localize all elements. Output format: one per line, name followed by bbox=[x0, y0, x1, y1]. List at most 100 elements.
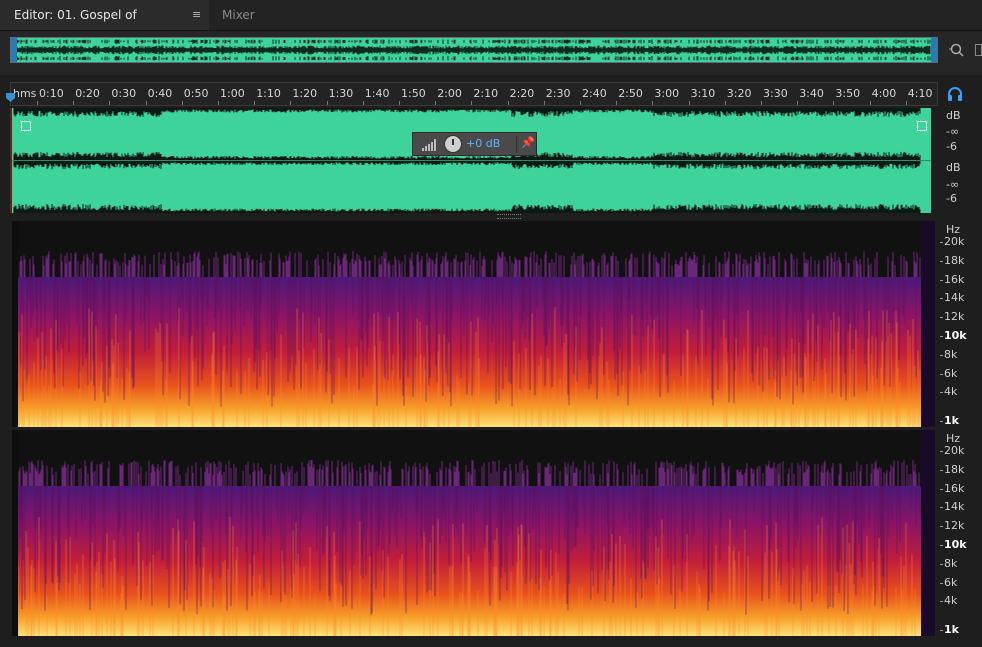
hz-tick bbox=[940, 336, 943, 337]
overview-right-handle[interactable] bbox=[931, 38, 937, 62]
ruler-label: 0:30 bbox=[111, 87, 137, 100]
hz-label: 12k bbox=[944, 519, 965, 532]
fade-out-handle[interactable] bbox=[917, 121, 927, 131]
pin-icon[interactable]: 📌 bbox=[521, 136, 535, 149]
ruler-label: 0:40 bbox=[147, 87, 173, 100]
ruler-tick bbox=[326, 101, 328, 105]
volume-hud[interactable]: +0 dB 📌 bbox=[412, 132, 537, 156]
ruler-tick bbox=[507, 101, 509, 105]
volume-knob-icon[interactable] bbox=[444, 135, 462, 153]
ruler-tick bbox=[543, 101, 545, 105]
hz-axis-channel-2: Hz 20k 18k 16k 14k 12k 10k 8k 6k 4k 1k bbox=[940, 430, 982, 636]
hz-tick bbox=[940, 355, 943, 356]
hz-label: 8k bbox=[944, 557, 958, 570]
ruler-label: 3:40 bbox=[799, 87, 824, 100]
hz-label: 8k bbox=[944, 348, 958, 361]
ruler-tick bbox=[145, 101, 147, 105]
spectrogram-channel-1[interactable] bbox=[12, 221, 935, 427]
ruler-label: 0:20 bbox=[75, 87, 100, 100]
hz-label: 12k bbox=[944, 310, 965, 323]
tab-bar: Editor: 01. Gospel of Heretics.mp3 ≡ Mix… bbox=[0, 0, 982, 52]
hz-label: 4k bbox=[944, 385, 958, 398]
hz-label: 18k bbox=[944, 463, 965, 476]
hz-label: 1k bbox=[944, 623, 959, 636]
ruler-label: 1:30 bbox=[328, 87, 354, 100]
ruler-label: 0:10 bbox=[39, 87, 64, 100]
ruler-tick bbox=[435, 101, 437, 105]
ruler-tick bbox=[833, 101, 835, 105]
ruler-label: 3:00 bbox=[654, 87, 680, 100]
db-axis: dB -∞ -6 dB -∞ -6 bbox=[940, 108, 982, 213]
ruler-label: 4:10 bbox=[907, 87, 933, 100]
hz-tick bbox=[940, 451, 943, 452]
db-label-ch2-inf: -∞ bbox=[946, 178, 960, 191]
tab-mixer-label: Mixer bbox=[222, 8, 255, 22]
ruler-tick bbox=[290, 101, 292, 105]
hz-label: 16k bbox=[944, 482, 965, 495]
ruler-tick bbox=[616, 101, 618, 105]
ruler-label: 2:10 bbox=[473, 87, 499, 100]
playhead-icon[interactable] bbox=[5, 92, 16, 103]
ruler-label: 2:30 bbox=[545, 87, 571, 100]
ruler-label: 3:10 bbox=[690, 87, 716, 100]
ruler-label: 0:50 bbox=[183, 87, 209, 100]
hz-label: 20k bbox=[944, 444, 965, 457]
headphones-icon[interactable] bbox=[946, 86, 964, 102]
overview-left-handle[interactable] bbox=[11, 38, 17, 62]
hz-tick bbox=[940, 421, 943, 422]
level-bars-icon bbox=[422, 139, 436, 151]
panel-resize-grip[interactable] bbox=[497, 214, 521, 219]
menu-icon[interactable]: ≡ bbox=[192, 0, 201, 30]
spectrogram-channel-2[interactable] bbox=[12, 430, 935, 636]
ruler-label: 2:40 bbox=[582, 87, 607, 100]
hz-axis-channel-1: Hz 20k 18k 16k 14k 12k 10k 8k 6k 4k 1k bbox=[940, 221, 982, 427]
panel-toggle-icon[interactable] bbox=[975, 44, 982, 56]
db-label-ch1-inf: -∞ bbox=[946, 125, 960, 138]
ruler-label: 2:20 bbox=[509, 87, 535, 100]
hz-label: 20k bbox=[944, 235, 965, 248]
hz-label: 14k bbox=[944, 500, 965, 513]
hz-tick bbox=[940, 489, 943, 490]
ruler-label: 3:30 bbox=[763, 87, 788, 100]
hud-separator bbox=[516, 136, 517, 153]
ruler-label: 1:00 bbox=[220, 87, 245, 100]
hz-label: 6k bbox=[944, 367, 958, 380]
hz-tick bbox=[940, 298, 943, 299]
hz-tick bbox=[940, 280, 943, 281]
ruler-label: 1:50 bbox=[401, 87, 426, 100]
hz-tick bbox=[940, 470, 943, 471]
ruler-tick bbox=[652, 101, 654, 105]
ruler-label: 2:50 bbox=[618, 87, 643, 100]
overview-waveform-graphic bbox=[14, 39, 931, 61]
ruler-units: hms bbox=[13, 87, 37, 100]
tab-editor[interactable]: Editor: 01. Gospel of Heretics.mp3 bbox=[0, 0, 209, 52]
ruler-tick bbox=[362, 101, 364, 105]
time-ruler[interactable]: hms 0:10 0:20 0:30 0:40 0:50 1:00 1:10 1:20 1:30… bbox=[10, 82, 938, 106]
overview-panel bbox=[0, 31, 982, 75]
overview-waveform[interactable] bbox=[10, 37, 938, 63]
ruler-tick bbox=[724, 101, 726, 105]
ruler-label: 3:50 bbox=[835, 87, 861, 100]
hz-label: 16k bbox=[944, 273, 965, 286]
db-label-ch1-unit: dB bbox=[946, 109, 961, 122]
hz-tick bbox=[940, 564, 943, 565]
hz-label: 10k bbox=[944, 538, 967, 551]
ruler-tick bbox=[580, 101, 581, 105]
tab-mixer[interactable]: Mixer bbox=[222, 0, 255, 30]
spectrogram-graphic-2 bbox=[12, 430, 935, 636]
zoom-icon[interactable] bbox=[947, 41, 965, 59]
hz-tick bbox=[940, 374, 943, 375]
hz-label: 4k bbox=[944, 594, 958, 607]
ruler-tick bbox=[73, 101, 75, 105]
ruler-tick bbox=[688, 101, 690, 105]
ruler-tick bbox=[797, 101, 799, 105]
ruler-label: 1:40 bbox=[364, 87, 390, 100]
spectrogram-graphic-1 bbox=[12, 221, 935, 427]
ruler-tick bbox=[905, 101, 907, 105]
hz-tick bbox=[940, 526, 943, 527]
ruler-label: 1:10 bbox=[256, 87, 281, 100]
volume-value[interactable]: +0 dB bbox=[466, 137, 500, 150]
fade-in-handle[interactable] bbox=[21, 121, 31, 131]
hz-tick bbox=[940, 601, 943, 602]
ruler-tick bbox=[471, 101, 473, 105]
